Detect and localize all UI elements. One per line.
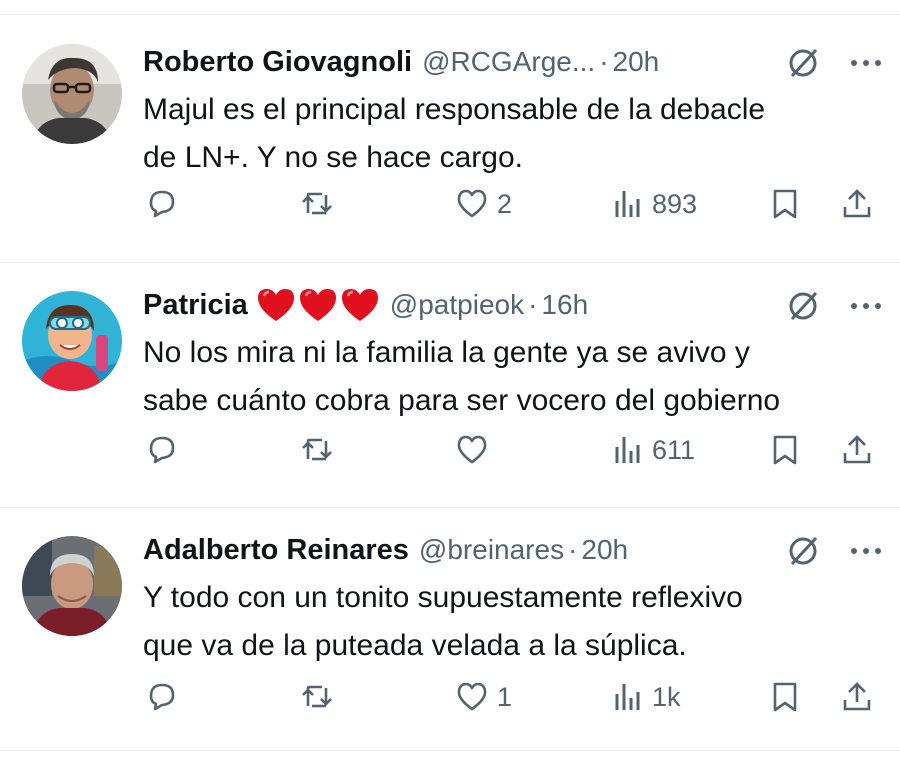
reply-button[interactable]	[145, 187, 179, 221]
like-icon	[457, 682, 487, 711]
tweet-text: Y todo con un tonito supuestamente refle…	[143, 574, 880, 670]
more-icon[interactable]	[846, 291, 886, 321]
bookmark-button[interactable]	[768, 187, 802, 221]
reply-icon	[149, 190, 175, 218]
avatar[interactable]	[22, 291, 122, 391]
grok-icon[interactable]	[786, 534, 820, 568]
retweet-icon	[302, 685, 332, 708]
reply-icon	[149, 436, 175, 464]
retweet-button[interactable]	[300, 187, 334, 221]
bookmark-icon	[773, 435, 797, 465]
reply-icon	[149, 683, 175, 711]
divider-2	[0, 507, 900, 508]
avatar[interactable]	[22, 44, 122, 144]
views-icon	[615, 437, 640, 463]
tweet-text: No los mira ni la familia la gente ya se…	[143, 329, 880, 425]
red-heart-emoji-icon	[299, 289, 336, 321]
more-icon[interactable]	[846, 536, 886, 566]
retweet-icon	[302, 192, 332, 215]
divider-1	[0, 262, 900, 263]
divider-bottom	[0, 750, 900, 751]
share-icon	[843, 435, 871, 464]
author-handle[interactable]: @breinares	[419, 534, 564, 566]
tweet[interactable]: Adalberto Reinares @breinares · 20h Y to…	[0, 530, 900, 740]
timestamp[interactable]: 20h	[613, 46, 660, 78]
views-count: 611	[652, 434, 696, 465]
views-button[interactable]: 1k	[610, 680, 681, 714]
like-icon	[457, 435, 487, 464]
views-count: 893	[652, 188, 698, 219]
tweet-text: Majul es el principal responsable de la …	[143, 86, 880, 182]
views-icon	[615, 684, 640, 710]
share-icon	[843, 189, 871, 218]
bookmark-icon	[773, 189, 797, 219]
views-button[interactable]: 893	[610, 187, 697, 221]
grok-icon[interactable]	[786, 46, 820, 80]
reply-button[interactable]	[145, 680, 179, 714]
tweet-text-line: No los mira ni la familia la gente ya se…	[143, 336, 750, 369]
tweet-text-line: sabe cuánto cobra para ser vocero del go…	[143, 384, 781, 417]
author-name[interactable]: Roberto Giovagnoli	[143, 46, 412, 79]
tweet-text-line: Majul es el principal responsable de la …	[143, 93, 766, 126]
views-icon	[615, 191, 640, 217]
author-name[interactable]: Patricia	[143, 289, 248, 322]
like-button[interactable]	[455, 433, 497, 467]
views-button[interactable]: 611	[610, 433, 695, 467]
tweet-text-line: que va de la puteada velada a la súplica…	[143, 629, 687, 662]
tweet-text-line: Y todo con un tonito supuestamente refle…	[143, 581, 743, 614]
tweet[interactable]: Roberto Giovagnoli @RCGArge... · 20h Maj…	[0, 42, 900, 252]
bookmark-button[interactable]	[768, 680, 802, 714]
author-name-hearts	[256, 287, 380, 323]
retweet-button[interactable]	[300, 680, 334, 714]
like-icon	[457, 189, 487, 218]
like-button[interactable]: 2	[455, 187, 512, 221]
bookmark-icon	[773, 682, 797, 712]
bookmark-button[interactable]	[768, 433, 802, 467]
separator-dot: ·	[568, 534, 578, 565]
timestamp[interactable]: 20h	[581, 534, 628, 566]
retweet-icon	[302, 438, 332, 461]
share-button[interactable]	[840, 680, 874, 714]
like-count: 1	[497, 681, 513, 712]
red-heart-emoji-icon	[341, 289, 378, 321]
divider-top	[0, 14, 900, 15]
author-handle[interactable]: @RCGArge...	[422, 46, 595, 78]
tweet-text-line: de LN+. Y no se hace cargo.	[143, 141, 523, 174]
author-handle[interactable]: @patpieok	[390, 289, 524, 321]
share-button[interactable]	[840, 433, 874, 467]
retweet-button[interactable]	[300, 433, 334, 467]
timestamp[interactable]: 16h	[541, 289, 588, 321]
tweet[interactable]: Patricia @patpieok · 16h No los mira ni …	[0, 285, 900, 495]
red-heart-emoji-icon	[257, 289, 294, 321]
share-button[interactable]	[840, 187, 874, 221]
avatar[interactable]	[22, 536, 122, 636]
separator-dot: ·	[528, 289, 538, 320]
like-button[interactable]: 1	[455, 680, 512, 714]
like-count: 2	[497, 188, 513, 219]
separator-dot: ·	[599, 46, 609, 77]
grok-icon[interactable]	[786, 289, 820, 323]
author-name[interactable]: Adalberto Reinares	[143, 534, 409, 567]
reply-button[interactable]	[145, 433, 179, 467]
views-count: 1k	[652, 681, 681, 712]
more-icon[interactable]	[846, 48, 886, 78]
share-icon	[843, 682, 871, 711]
